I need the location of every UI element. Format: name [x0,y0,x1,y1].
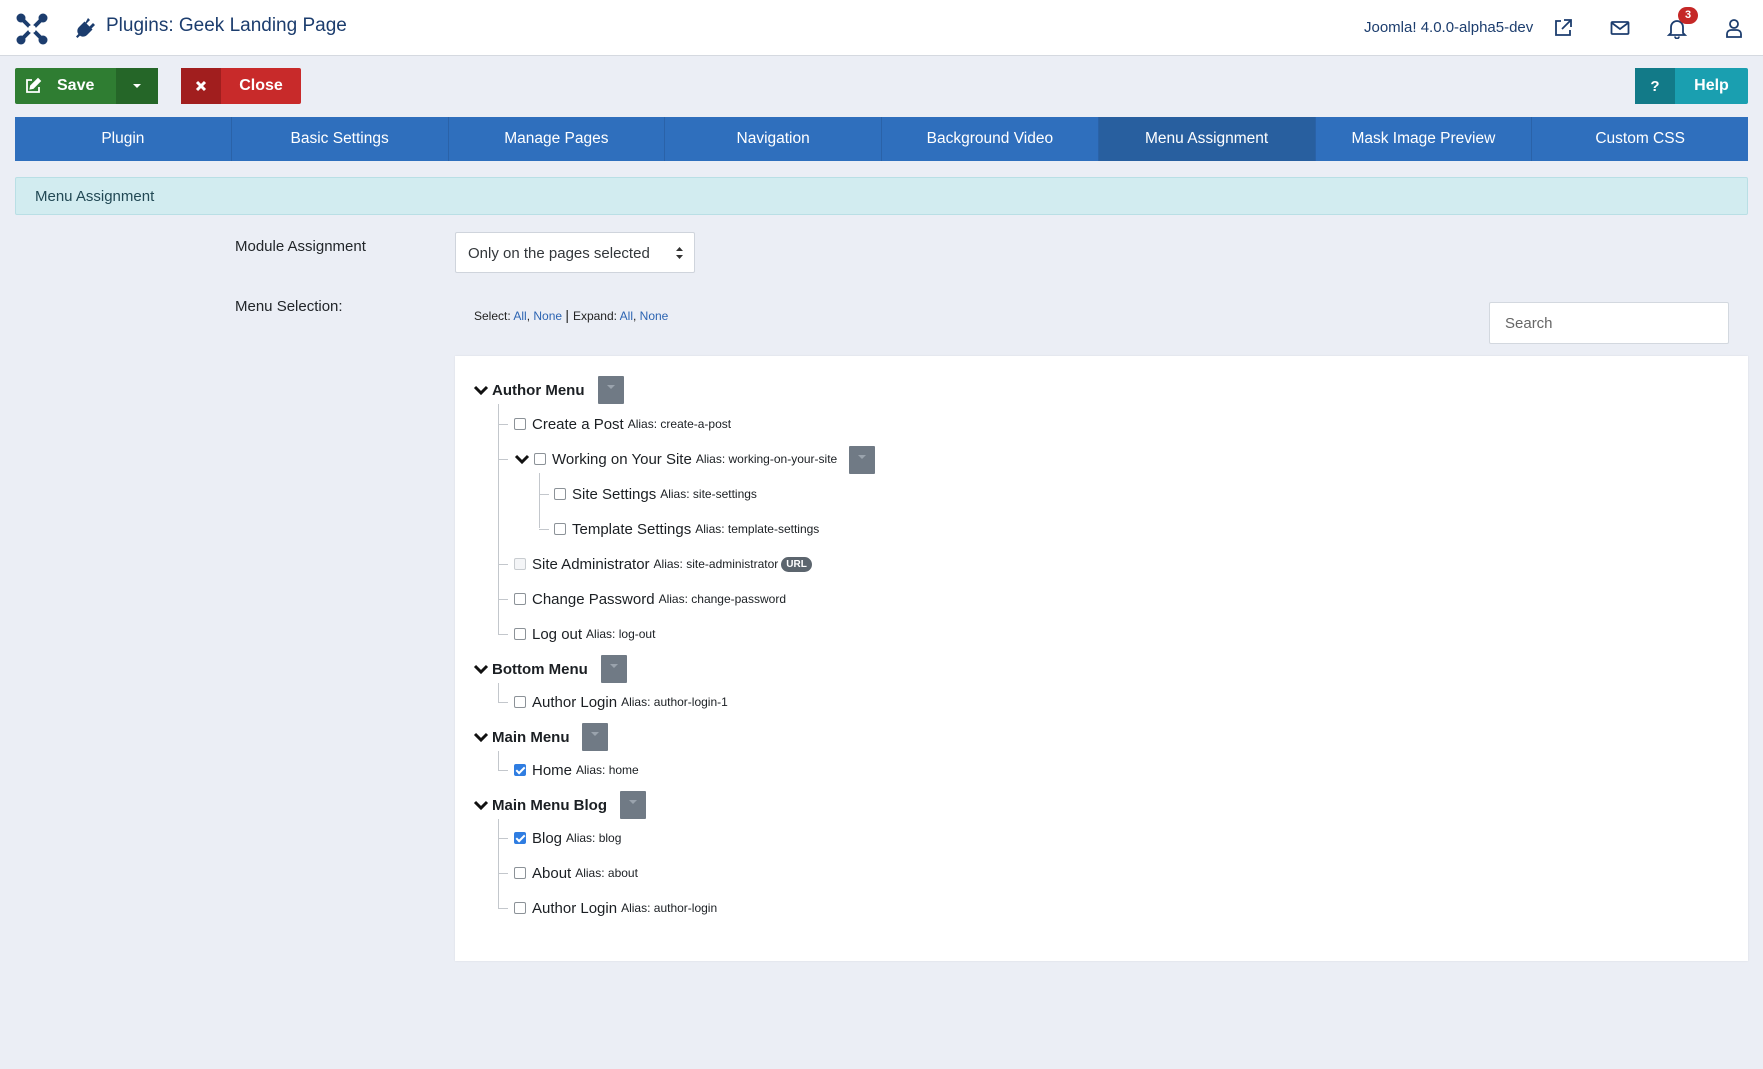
tab-custom-css[interactable]: Custom CSS [1532,117,1748,161]
tree-item-checkbox[interactable] [514,902,526,914]
menu-search-input[interactable] [1489,302,1729,344]
tree-item: Home Alias: home [514,759,639,781]
tab-navigation[interactable]: Navigation [665,117,882,161]
select-none-link[interactable]: None [533,309,562,323]
tree-item: Author Login Alias: author-login-1 [514,691,728,713]
tree-item: Site Settings Alias: site-settings [554,483,757,505]
url-badge: URL [781,556,812,572]
chevron-down-icon[interactable] [473,383,489,397]
expand-all-link[interactable]: All [620,309,633,323]
menu-tree-panel: Author Menu Create a Post Alias: create-… [455,356,1748,961]
tree-item: Working on Your Site Alias: working-on-y… [514,448,837,470]
menu-group-bottom-menu: Bottom Menu [473,655,588,683]
section-heading: Menu Assignment [15,177,1748,215]
module-assignment-select[interactable]: Only on the pages selected [455,232,695,273]
tree-item-checkbox[interactable] [514,696,526,708]
menu-options-button[interactable] [620,791,646,819]
mail-icon[interactable] [1609,17,1631,39]
tree-item: Author Login Alias: author-login [514,897,717,919]
tree-item: Log out Alias: log-out [514,623,655,645]
tree-item-checkbox[interactable] [514,418,526,430]
menu-selection-label: Menu Selection: [235,298,343,315]
save-dropdown-toggle[interactable] [116,68,158,104]
menu-group-author-menu: Author Menu [473,376,584,404]
edit-icon [15,68,51,104]
tree-item: About Alias: about [514,862,638,884]
tree-item-checkbox[interactable] [534,453,546,465]
tree-item: Site Administrator Alias: site-administr… [514,553,812,575]
tree-item-checkbox[interactable] [514,593,526,605]
tree-item-checkbox[interactable] [514,628,526,640]
tree-item-checkbox[interactable] [514,867,526,879]
plug-icon [76,18,95,38]
header-bar: Plugins: Geek Landing Page Joomla! 4.0.0… [0,0,1763,56]
joomla-version: Joomla! 4.0.0-alpha5-dev [1364,19,1534,36]
select-arrows-icon [676,247,683,259]
menu-item-options-button[interactable] [849,446,875,474]
menu-options-button[interactable] [601,655,627,683]
user-icon[interactable] [1723,17,1745,39]
menu-group-main-menu-blog: Main Menu Blog [473,791,607,819]
chevron-down-icon[interactable] [514,452,530,466]
tree-item: Template Settings Alias: template-settin… [554,518,819,540]
tree-item-checkbox[interactable] [554,488,566,500]
notification-badge: 3 [1678,7,1698,24]
tab-manage-pages[interactable]: Manage Pages [449,117,666,161]
tree-item-checkbox[interactable] [514,764,526,776]
menu-options-button[interactable] [598,376,624,404]
chevron-down-icon[interactable] [473,662,489,676]
chevron-down-icon[interactable] [473,730,489,744]
save-button[interactable]: Save [15,68,158,104]
expand-none-link[interactable]: None [640,309,669,323]
chevron-down-icon[interactable] [473,798,489,812]
help-button[interactable]: ? Help [1635,68,1748,104]
select-all-link[interactable]: All [513,309,526,323]
question-icon: ? [1635,68,1675,104]
tab-background-video[interactable]: Background Video [882,117,1099,161]
close-button[interactable]: Close [181,68,301,104]
tree-item: Create a Post Alias: create-a-post [514,413,731,435]
tab-mask-image-preview[interactable]: Mask Image Preview [1316,117,1533,161]
tab-plugin[interactable]: Plugin [15,117,232,161]
tab-menu-assignment[interactable]: Menu Assignment [1098,117,1316,161]
caret-down-icon [133,84,141,88]
module-assignment-label: Module Assignment [235,238,366,255]
menu-group-main-menu: Main Menu [473,723,570,751]
tree-item-checkbox[interactable] [514,832,526,844]
page-title: Plugins: Geek Landing Page [106,15,347,36]
tree-item: Blog Alias: blog [514,827,621,849]
tab-basic-settings[interactable]: Basic Settings [232,117,449,161]
tree-item: Change Password Alias: change-password [514,588,786,610]
select-expand-links: Select: All, None | Expand: All, None [474,307,669,323]
times-icon [181,68,221,104]
tree-item-checkbox [514,558,526,570]
joomla-logo-icon[interactable] [14,11,50,47]
tab-bar: Plugin Basic Settings Manage Pages Navig… [15,117,1748,161]
tree-item-checkbox[interactable] [554,523,566,535]
menu-options-button[interactable] [582,723,608,751]
external-link-icon[interactable] [1552,17,1574,39]
